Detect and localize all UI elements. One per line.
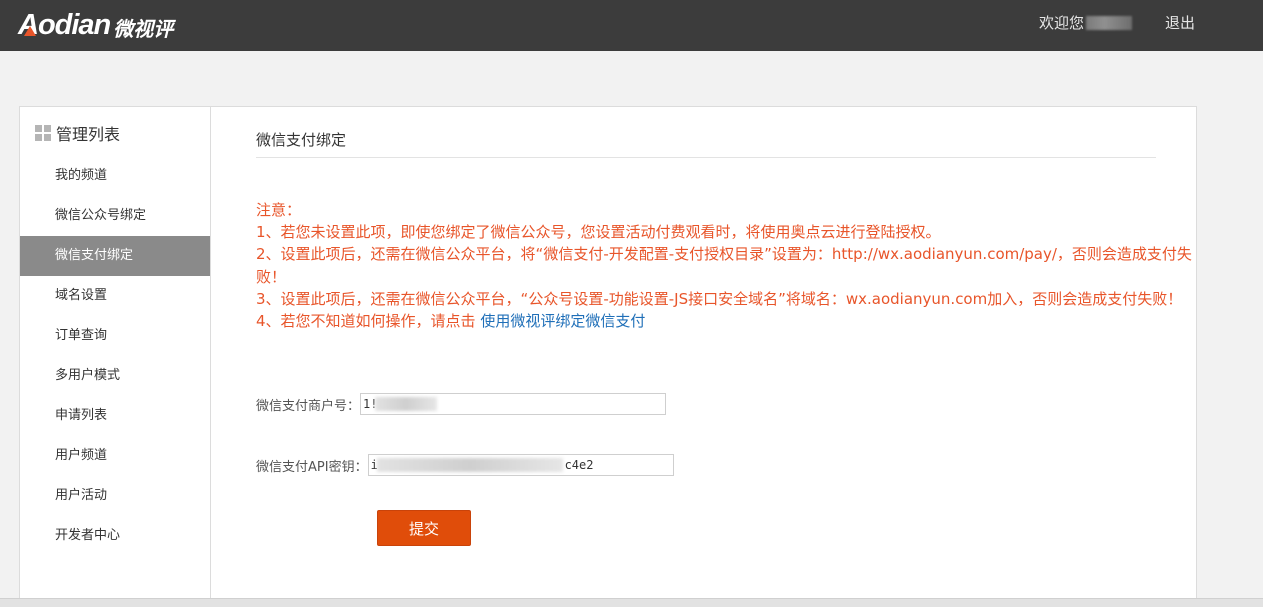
api-key-visible-end: c4e2 xyxy=(564,458,594,472)
notice-line-4-prefix: 4、若您不知道如何操作，请点击 xyxy=(256,312,481,331)
api-key-row: 微信支付API密钥： i c4e2 xyxy=(256,454,674,476)
notice-line-4: 4、若您不知道如何操作，请点击 使用微视评绑定微信支付 xyxy=(256,310,1196,332)
logo-accent-icon xyxy=(24,26,36,36)
sidebar: 管理列表 我的频道 微信公众号绑定 微信支付绑定 域名设置 订单查询 多用户模式… xyxy=(20,107,211,607)
merchant-id-redaction xyxy=(375,397,438,411)
sidebar-item-wechat-account-binding[interactable]: 微信公众号绑定 xyxy=(20,196,210,236)
merchant-id-row: 微信支付商户号： 1! xyxy=(256,393,667,415)
merchant-id-label: 微信支付商户号： xyxy=(256,398,361,414)
sidebar-item-my-channels[interactable]: 我的频道 xyxy=(20,156,210,196)
title-divider xyxy=(256,157,1156,158)
notice-block: 注意： 1、若您未设置此项，即使您绑定了微信公众号，您设置活动付费观看时，将使用… xyxy=(256,199,1196,332)
horizontal-scrollbar[interactable] xyxy=(0,598,1263,607)
sidebar-title: 管理列表 xyxy=(35,122,120,144)
top-bar: Aodian 微视评 欢迎您 退出 xyxy=(0,0,1263,51)
help-guide-link[interactable]: 使用微视评绑定微信支付 xyxy=(480,312,645,330)
api-key-redaction xyxy=(376,458,563,472)
sidebar-item-user-activities[interactable]: 用户活动 xyxy=(20,476,210,516)
sidebar-item-wechat-pay-binding[interactable]: 微信支付绑定 xyxy=(20,236,210,276)
notice-line-2: 2、设置此项后，还需在微信公众平台，将“微信支付-开发配置-支付授权目录”设置为… xyxy=(256,245,1192,286)
logo-chinese-name: 微视评 xyxy=(113,16,174,41)
sidebar-nav: 我的频道 微信公众号绑定 微信支付绑定 域名设置 订单查询 多用户模式 申请列表… xyxy=(20,156,210,556)
username-redacted xyxy=(1086,15,1133,30)
merchant-id-input[interactable]: 1! xyxy=(360,393,667,415)
grid-icon xyxy=(35,125,51,141)
page-title: 微信支付绑定 xyxy=(256,131,347,149)
sidebar-item-application-list[interactable]: 申请列表 xyxy=(20,396,210,436)
welcome-label: 欢迎您 xyxy=(1039,14,1085,32)
sidebar-item-domain-settings[interactable]: 域名设置 xyxy=(20,276,210,316)
api-key-input[interactable]: i c4e2 xyxy=(367,454,674,476)
sidebar-item-developer-center[interactable]: 开发者中心 xyxy=(20,516,210,556)
notice-line-3: 3、设置此项后，还需在微信公众平台，“公众号设置-功能设置-JS接口安全域名”将… xyxy=(256,289,1183,308)
submit-button[interactable]: 提交 xyxy=(377,510,471,546)
notice-line-1: 1、若您未设置此项，即使您绑定了微信公众号，您设置活动付费观看时，将使用奥点云进… xyxy=(256,223,941,242)
welcome-user: 欢迎您 xyxy=(1039,12,1133,33)
notice-heading: 注意： xyxy=(256,201,302,219)
sidebar-item-multi-user-mode[interactable]: 多用户模式 xyxy=(20,356,210,396)
sidebar-item-order-query[interactable]: 订单查询 xyxy=(20,316,210,356)
logout-link[interactable]: 退出 xyxy=(1165,12,1195,33)
main-panel: 管理列表 我的频道 微信公众号绑定 微信支付绑定 域名设置 订单查询 多用户模式… xyxy=(19,106,1197,607)
api-key-label: 微信支付API密钥： xyxy=(256,459,368,475)
sidebar-title-label: 管理列表 xyxy=(56,125,121,144)
brand-logo[interactable]: Aodian 微视评 xyxy=(18,6,173,44)
sidebar-item-user-channels[interactable]: 用户频道 xyxy=(20,436,210,476)
logo-wordmark: Aodian xyxy=(18,8,111,41)
